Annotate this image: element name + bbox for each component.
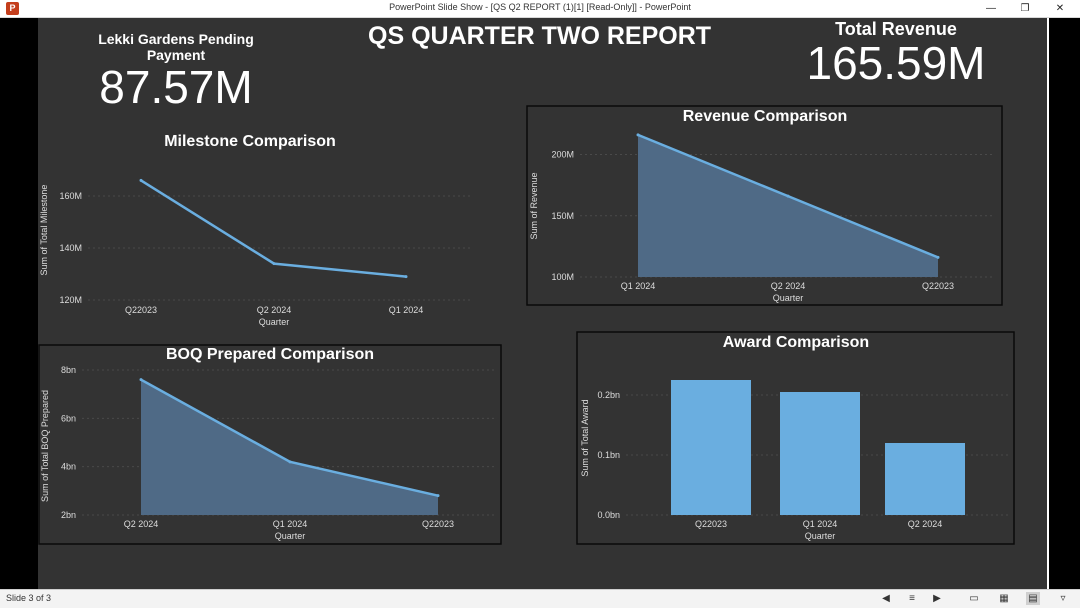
reading-view-icon[interactable]: ▤ [1026, 592, 1040, 605]
kpi-pending-label: Lekki Gardens Pending Payment [76, 31, 276, 63]
kpi-pending-value: 87.57M [99, 61, 253, 113]
left-letterbox [0, 18, 38, 589]
normal-view-icon[interactable]: ▭ [967, 592, 981, 605]
window-title-bar: P PowerPoint Slide Show - [QS Q2 REPORT … [0, 0, 1080, 18]
window-title: PowerPoint Slide Show - [QS Q2 REPORT (1… [389, 2, 691, 12]
kpi-revenue-value: 165.59M [806, 37, 986, 89]
slide-sorter-icon[interactable]: ▦ [997, 592, 1011, 605]
close-button[interactable]: ✕ [1043, 0, 1077, 17]
status-bar: Slide 3 of 3 ◀ ≡ ▶ ▭ ▦ ▤ ▿ [0, 589, 1080, 608]
slide-canvas: QS QUARTER TWO REPORT Lekki Gardens Pend… [38, 18, 1047, 589]
slide-menu-icon[interactable]: ≡ [905, 592, 919, 605]
right-letterbox [1049, 18, 1080, 589]
previous-slide-icon[interactable]: ◀ [879, 592, 893, 605]
kpi-pending-label-line1: Lekki Gardens Pending [98, 31, 254, 47]
slide-edge [1047, 18, 1049, 589]
slide-counter: Slide 3 of 3 [6, 593, 52, 603]
report-title: QS QUARTER TWO REPORT [368, 22, 712, 50]
minimize-button[interactable]: — [974, 0, 1008, 17]
restore-button[interactable]: ❐ [1008, 0, 1042, 17]
slide-show-icon[interactable]: ▿ [1056, 592, 1070, 605]
next-slide-icon[interactable]: ▶ [930, 592, 944, 605]
